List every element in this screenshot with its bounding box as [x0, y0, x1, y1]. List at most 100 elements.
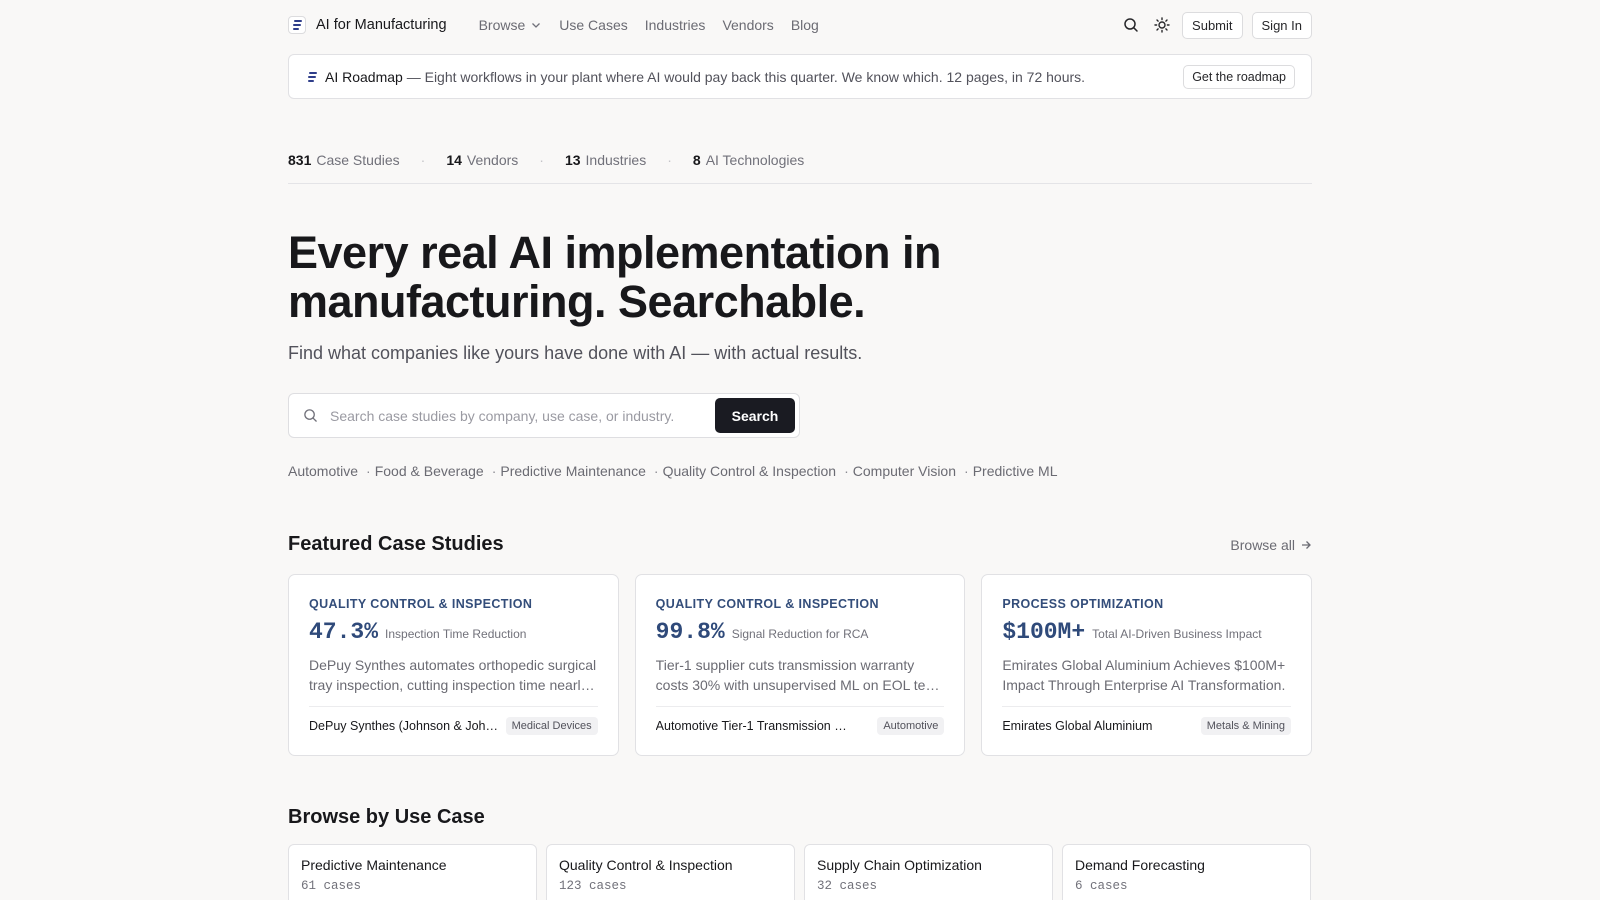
stats-bar: 831 Case Studies · 14 Vendors · 13 Industri… — [288, 152, 1312, 184]
browse-all-label: Browse all — [1230, 536, 1295, 553]
card-company: Emirates Global Aluminium — [1002, 719, 1153, 733]
card-metric-value: $100M+ — [1002, 619, 1086, 645]
tag-predictive-maintenance[interactable]: Predictive Maintenance — [500, 463, 646, 479]
case-study-card[interactable]: QUALITY CONTROL & INSPECTION 99.8% Signa… — [634, 574, 966, 756]
use-case-title: Browse by Use Case — [288, 806, 485, 828]
card-footer: DePuy Synthes (Johnson & Johnson) Medica… — [309, 706, 598, 735]
use-case-card[interactable]: Supply Chain Optimization 32 cases — [804, 844, 1053, 900]
brand[interactable]: AI for Manufacturing — [288, 16, 447, 34]
hero-title: Every real AI implementation in manufact… — [288, 227, 942, 327]
top-nav: AI for Manufacturing Browse Use Cases In… — [288, 0, 1312, 50]
tag-separator: · — [964, 463, 969, 479]
roadmap-banner: AI Roadmap — Eight workflows in your pla… — [288, 54, 1312, 99]
stat-label: Vendors — [466, 152, 519, 168]
search-icon[interactable] — [1120, 14, 1142, 36]
tag-quality-control[interactable]: Quality Control & Inspection — [663, 463, 837, 479]
card-company: Automotive Tier-1 Transmission Supplier — [655, 719, 848, 733]
stat-vendors: 14 Vendors — [446, 152, 518, 168]
tag-predictive-ml[interactable]: Predictive ML — [973, 463, 1058, 479]
brand-name: AI for Manufacturing — [316, 17, 447, 33]
search-button[interactable]: Search — [715, 398, 795, 433]
nav-links: Browse Use Cases Industries Vendors Blog — [479, 17, 819, 33]
nav-actions: Submit Sign In — [1120, 11, 1312, 39]
use-case-count: 32 cases — [817, 879, 878, 893]
use-case-name: Predictive Maintenance — [301, 857, 447, 873]
tag-separator: · — [653, 463, 659, 479]
stat-value: 831 — [288, 152, 312, 168]
nav-browse-label: Browse — [478, 17, 526, 33]
tag-separator: · — [366, 463, 371, 479]
nav-vendors[interactable]: Vendors — [722, 17, 773, 33]
stat-separator: · — [420, 152, 426, 168]
nav-use-cases[interactable]: Use Cases — [559, 17, 627, 33]
card-metric-label: Signal Reduction for RCA — [731, 627, 869, 641]
card-metric-value: 99.8% — [655, 619, 725, 645]
use-case-card[interactable]: Predictive Maintenance 61 cases — [288, 844, 537, 900]
featured-title: Featured Case Studies — [288, 533, 504, 555]
search-input[interactable] — [330, 407, 715, 424]
card-category: QUALITY CONTROL & INSPECTION — [655, 597, 879, 611]
card-category: PROCESS OPTIMIZATION — [1002, 597, 1164, 611]
nav-browse[interactable]: Browse — [479, 17, 543, 33]
chevron-down-icon — [532, 23, 541, 28]
tag-automotive[interactable]: Automotive — [288, 463, 358, 479]
case-study-card[interactable]: PROCESS OPTIMIZATION $100M+ Total AI-Dri… — [981, 574, 1313, 756]
stat-value: 8 — [692, 152, 701, 168]
stat-separator: · — [539, 152, 544, 168]
stat-industries: 13 Industries — [565, 152, 646, 168]
card-metric: 99.8% Signal Reduction for RCA — [656, 619, 945, 645]
tag-separator: · — [844, 463, 849, 479]
card-metric-label: Inspection Time Reduction — [385, 627, 527, 641]
case-study-card[interactable]: QUALITY CONTROL & INSPECTION 47.3% Inspe… — [288, 574, 619, 756]
use-case-count: 61 cases — [301, 879, 362, 893]
stat-ai-technologies: 8 AI Technologies — [693, 152, 804, 168]
industry-badge: Automotive — [877, 717, 945, 735]
card-company: DePuy Synthes (Johnson & Johnson) — [309, 719, 501, 733]
banner-text: AI Roadmap — Eight workflows in your pla… — [325, 69, 1085, 85]
use-case-header: Browse by Use Case — [288, 806, 1312, 829]
stack-lines-icon — [305, 69, 319, 84]
stat-value: 13 — [564, 152, 581, 168]
stat-label: Case Studies — [316, 152, 400, 168]
nav-industries[interactable]: Industries — [645, 17, 706, 33]
sign-in-button[interactable]: Sign In — [1251, 11, 1312, 39]
card-description: Emirates Global Aluminium Achieves $100M… — [1002, 657, 1286, 693]
card-metric-label: Total AI-Driven Business Impact — [1092, 627, 1262, 641]
nav-blog[interactable]: Blog — [791, 17, 819, 33]
stat-separator: · — [667, 152, 672, 168]
browse-all-link[interactable]: Browse all — [1230, 537, 1312, 553]
arrow-right-icon — [1302, 540, 1311, 549]
use-case-grid: Predictive Maintenance 61 cases Quality … — [288, 844, 1312, 900]
stack-lines-icon — [288, 16, 306, 34]
use-case-count: 6 cases — [1075, 879, 1128, 893]
use-case-name: Supply Chain Optimization — [817, 857, 982, 873]
tag-separator: · — [491, 463, 497, 479]
tag-computer-vision[interactable]: Computer Vision — [853, 463, 956, 479]
stat-label: Industries — [585, 152, 647, 168]
banner-title: AI Roadmap — [325, 68, 403, 85]
quick-tags: Automotive · Food & Beverage · Predictiv… — [288, 463, 1312, 479]
use-case-card[interactable]: Quality Control & Inspection 123 cases — [546, 844, 795, 900]
featured-cards: QUALITY CONTROL & INSPECTION 47.3% Inspe… — [288, 574, 1313, 756]
use-case-name: Demand Forecasting — [1075, 857, 1205, 873]
stat-case-studies: 831 Case Studies — [288, 152, 400, 168]
submit-button[interactable]: Submit — [1182, 11, 1243, 39]
card-metric: 47.3% Inspection Time Reduction — [309, 619, 598, 645]
card-footer: Automotive Tier-1 Transmission Supplier … — [655, 706, 945, 735]
industry-badge: Metals & Mining — [1200, 717, 1292, 735]
stat-value: 14 — [446, 152, 462, 168]
featured-header: Featured Case Studies Browse all — [288, 533, 1312, 556]
search-icon — [304, 409, 317, 422]
use-case-name: Quality Control & Inspection — [559, 857, 733, 873]
use-case-card[interactable]: Demand Forecasting 6 cases — [1062, 844, 1311, 900]
use-case-count: 123 cases — [559, 879, 627, 893]
hero-subtitle: Find what companies like yours have done… — [288, 343, 863, 363]
card-footer: Emirates Global Aluminium Metals & Minin… — [1002, 706, 1292, 735]
industry-badge: Medical Devices — [505, 717, 598, 735]
stat-label: AI Technologies — [705, 152, 805, 168]
search-bar: Search — [288, 393, 800, 438]
card-description: DePuy Synthes automates orthopedic surgi… — [309, 657, 597, 693]
tag-food-beverage[interactable]: Food & Beverage — [375, 463, 484, 479]
sun-icon[interactable] — [1151, 14, 1173, 36]
get-roadmap-button[interactable]: Get the roadmap — [1183, 64, 1295, 89]
